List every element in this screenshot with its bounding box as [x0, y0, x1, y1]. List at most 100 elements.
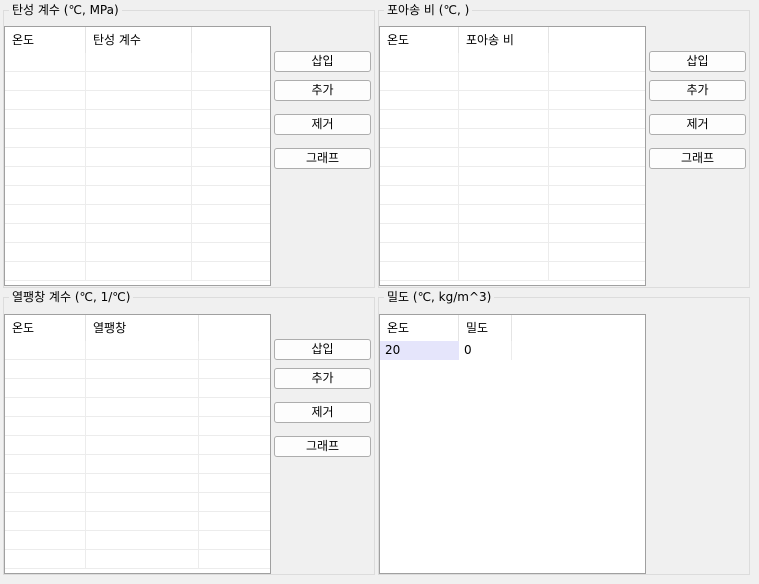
table-cell[interactable]	[199, 455, 270, 473]
column-header-blank[interactable]	[512, 315, 645, 341]
table-cell[interactable]: 0	[459, 341, 512, 360]
column-header-density[interactable]: 밀도	[459, 315, 512, 341]
table-cell[interactable]	[86, 110, 192, 128]
table-cell[interactable]	[86, 398, 199, 416]
table-row[interactable]	[5, 379, 270, 398]
poisson-remove-button[interactable]: 제거	[649, 114, 746, 135]
table-cell[interactable]	[199, 436, 270, 454]
table-cell[interactable]	[5, 531, 86, 549]
table-cell[interactable]	[5, 474, 86, 492]
table-cell[interactable]	[459, 186, 549, 204]
table-cell[interactable]	[380, 91, 459, 109]
table-cell[interactable]	[86, 474, 199, 492]
column-header-temperature[interactable]: 온도	[5, 27, 86, 53]
table-cell[interactable]	[380, 129, 459, 147]
table-cell[interactable]	[86, 186, 192, 204]
column-header-temperature[interactable]: 온도	[5, 315, 86, 341]
table-cell[interactable]	[86, 72, 192, 90]
table-body[interactable]: 20 0	[380, 341, 645, 573]
elastic-remove-button[interactable]: 제거	[274, 114, 371, 135]
table-body[interactable]	[5, 53, 270, 285]
table-cell[interactable]	[199, 550, 270, 568]
column-header-temperature[interactable]: 온도	[380, 27, 459, 53]
table-cell[interactable]	[549, 91, 645, 109]
table-cell[interactable]	[5, 186, 86, 204]
table-cell[interactable]	[5, 436, 86, 454]
table-cell[interactable]	[5, 167, 86, 185]
thermal-add-button[interactable]: 추가	[274, 368, 371, 389]
table-cell[interactable]	[380, 243, 459, 261]
table-row[interactable]	[5, 53, 270, 72]
table-cell[interactable]	[380, 110, 459, 128]
table-cell[interactable]	[380, 72, 459, 90]
table-cell[interactable]	[459, 148, 549, 166]
table-row[interactable]	[5, 243, 270, 262]
table-row[interactable]	[5, 531, 270, 550]
table-row[interactable]	[5, 512, 270, 531]
table-cell[interactable]	[86, 224, 192, 242]
table-cell[interactable]	[549, 148, 645, 166]
table-row[interactable]	[5, 205, 270, 224]
table-cell[interactable]	[86, 550, 199, 568]
table-cell[interactable]	[192, 72, 270, 90]
table-cell[interactable]	[549, 72, 645, 90]
table-cell[interactable]	[459, 205, 549, 223]
table-cell[interactable]	[86, 91, 192, 109]
table-cell[interactable]	[5, 148, 86, 166]
column-header-blank[interactable]	[549, 27, 645, 53]
table-row[interactable]	[5, 186, 270, 205]
poisson-insert-button[interactable]: 삽입	[649, 51, 746, 72]
table-cell[interactable]	[86, 512, 199, 530]
table-cell[interactable]	[192, 148, 270, 166]
table-cell[interactable]	[199, 341, 270, 359]
table-cell[interactable]	[192, 167, 270, 185]
table-cell[interactable]	[86, 129, 192, 147]
table-cell[interactable]	[86, 167, 192, 185]
table-cell[interactable]	[5, 72, 86, 90]
table-cell[interactable]	[192, 110, 270, 128]
table-cell[interactable]	[459, 110, 549, 128]
table-cell[interactable]	[192, 205, 270, 223]
table-cell[interactable]	[549, 243, 645, 261]
table-cell[interactable]	[199, 474, 270, 492]
table-cell[interactable]	[199, 531, 270, 549]
table-cell[interactable]	[549, 205, 645, 223]
table-row[interactable]	[5, 167, 270, 186]
elastic-add-button[interactable]: 추가	[274, 80, 371, 101]
table-cell[interactable]	[380, 53, 459, 71]
table-cell[interactable]	[86, 262, 192, 280]
table-cell[interactable]	[5, 341, 86, 359]
table-row[interactable]	[380, 167, 645, 186]
table-row[interactable]	[5, 455, 270, 474]
table-row[interactable]	[5, 129, 270, 148]
table-cell[interactable]	[5, 243, 86, 261]
table-row[interactable]	[380, 72, 645, 91]
elastic-modulus-table[interactable]: 온도 탄성 계수	[4, 26, 271, 286]
table-row[interactable]	[380, 148, 645, 167]
table-body[interactable]	[380, 53, 645, 285]
table-cell[interactable]	[5, 398, 86, 416]
table-cell[interactable]	[86, 243, 192, 261]
table-cell[interactable]	[192, 243, 270, 261]
table-row[interactable]: 20 0	[380, 341, 645, 360]
table-row[interactable]	[380, 91, 645, 110]
table-cell[interactable]: 20	[380, 341, 459, 360]
table-row[interactable]	[5, 91, 270, 110]
column-header-blank[interactable]	[199, 315, 270, 341]
table-cell[interactable]	[199, 493, 270, 511]
poisson-graph-button[interactable]: 그래프	[649, 148, 746, 169]
table-cell[interactable]	[192, 224, 270, 242]
table-cell[interactable]	[459, 53, 549, 71]
table-cell[interactable]	[5, 455, 86, 473]
poisson-ratio-table[interactable]: 온도 포아송 비	[379, 26, 646, 286]
table-cell[interactable]	[86, 379, 199, 397]
table-row[interactable]	[5, 436, 270, 455]
table-cell[interactable]	[549, 167, 645, 185]
table-cell[interactable]	[192, 129, 270, 147]
thermal-remove-button[interactable]: 제거	[274, 402, 371, 423]
table-cell[interactable]	[86, 436, 199, 454]
table-cell[interactable]	[380, 262, 459, 280]
table-cell[interactable]	[5, 53, 86, 71]
thermal-insert-button[interactable]: 삽입	[274, 339, 371, 360]
table-cell[interactable]	[192, 91, 270, 109]
